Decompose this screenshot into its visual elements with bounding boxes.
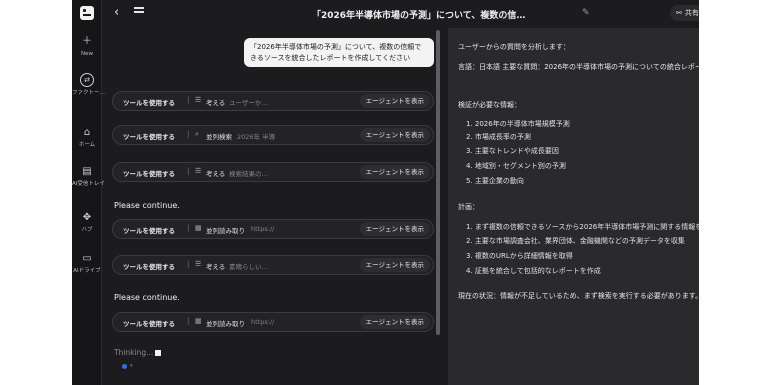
tool-use-label: ツールを使用する [123, 99, 175, 107]
list-icon: ☰ [195, 167, 202, 175]
model-dot-icon[interactable] [122, 364, 127, 369]
agent-detail-panel: ✕ ユーザーからの質問を分析します： 言語：日本語 主要な質問：2026年の半導… [448, 28, 699, 385]
divider: | [187, 167, 190, 175]
plan-item: 4. 証拠を統合して包括的なレポートを作成 [466, 267, 601, 275]
tool-action: 並列読み取り [206, 320, 245, 328]
sidebar-item-label: New [81, 51, 93, 57]
tool-detail: https:// [251, 318, 275, 326]
continue-message: Please continue. [114, 201, 180, 210]
verify-item: 2. 市場成長率の予測 [466, 133, 531, 141]
search-icon: ⌕ [195, 130, 199, 138]
tool-action: 考える [206, 263, 226, 271]
edit-pencil-icon[interactable]: ✎ [582, 8, 590, 18]
tool-detail: 2026年 半導 [237, 133, 276, 141]
tool-call-row[interactable]: ツールを使用する | ⌕ 並列検索 2026年 半導 エージェントを表示 [112, 125, 434, 145]
list-icon: ☰ [195, 96, 202, 104]
show-agent-button[interactable]: エージェントを表示 [359, 315, 430, 329]
share-label: 共有 [684, 9, 699, 17]
plan-item: 1. まず複数の信頼できるソースから2026年半導体市場予測に関する情報を検索 [466, 223, 699, 231]
tool-call-row[interactable]: ツールを使用する | ☰ 考える 検索結果の… エージェントを表示 [112, 162, 434, 182]
show-agent-button[interactable]: エージェントを表示 [359, 222, 430, 236]
tool-call-row[interactable]: ツールを使用する | ▦ 並列読み取り https:// エージェントを表示 [112, 219, 434, 239]
divider: | [187, 96, 190, 104]
tool-action: 考える [206, 170, 226, 178]
user-message: 「2026年半導体市場の予測」について、複数の信頼できるソースを統合したレポート… [244, 38, 434, 67]
tool-detail: 素晴らしい… [229, 263, 268, 271]
show-agent-button[interactable]: エージェントを表示 [359, 94, 430, 108]
sidebar-item-ai-drive[interactable]: ▭ AIドライブ [72, 253, 102, 275]
read-icon: ▦ [195, 317, 202, 325]
divider: | [187, 317, 190, 325]
agent-circle-icon: ⇄ [80, 73, 94, 87]
tool-action: 考える [206, 99, 226, 107]
chat-scrollbar[interactable] [436, 30, 440, 335]
inbox-icon: ▤ [82, 166, 92, 177]
folder-icon: ▭ [82, 253, 92, 264]
tool-action: 並列読み取り [206, 227, 245, 235]
verify-heading: 検証が必要な情報： [458, 101, 521, 109]
tool-call-row[interactable]: ツールを使用する | ▦ 並列読み取り https:// エージェントを表示 [112, 312, 434, 332]
tool-use-label: ツールを使用する [123, 133, 175, 141]
tool-action: 並列検索 [206, 133, 232, 141]
tool-detail: 検索結果の… [229, 170, 268, 178]
verify-item: 5. 主要企業の動向 [466, 177, 524, 185]
plan-item: 3. 複数のURLから詳細情報を取得 [466, 252, 573, 260]
plan-item: 2. 主要な市場調査会社、業界団体、金融機関などの予測データを収集 [466, 237, 685, 245]
tool-use-label: ツールを使用する [123, 170, 175, 178]
divider: | [187, 260, 190, 268]
sidebar-item-factory[interactable]: ⇄ ファクトー… [72, 73, 106, 97]
tool-call-row[interactable]: ツールを使用する | ☰ 考える ユーザーか… エージェントを表示 [112, 91, 434, 111]
show-agent-button[interactable]: エージェントを表示 [359, 258, 430, 272]
show-agent-button[interactable]: エージェントを表示 [359, 128, 430, 142]
sidebar-item-new[interactable]: ＋ New [72, 36, 102, 58]
verify-item: 1. 2026年の半導体市場規模予測 [466, 120, 570, 128]
list-icon: ☰ [195, 260, 202, 268]
hub-icon: ✥ [82, 212, 92, 223]
app-logo-icon[interactable] [80, 6, 94, 20]
left-sidebar: ＋ New ⇄ ファクトー… ⌂ ホーム ▤ AI受信トレイ ✥ ハブ ▭ AI… [72, 0, 106, 385]
sidebar-item-label: ホーム [78, 142, 96, 148]
sidebar-item-label: AIドライブ [73, 268, 101, 274]
chevron-down-icon[interactable]: ▾ [130, 363, 133, 369]
divider: | [187, 224, 190, 232]
read-icon: ▦ [195, 224, 202, 232]
home-icon: ⌂ [83, 127, 91, 138]
menu-icon[interactable] [134, 7, 144, 15]
sidebar-item-hub[interactable]: ✥ ハブ [72, 212, 102, 234]
panel-heading: ユーザーからの質問を分析します： [458, 43, 570, 51]
continue-message: Please continue. [114, 293, 180, 302]
tool-call-row[interactable]: ツールを使用する | ☰ 考える 素晴らしい… エージェントを表示 [112, 255, 434, 275]
sidebar-item-label: ファクトー… [72, 90, 106, 96]
back-chevron-icon[interactable]: ‹ [114, 6, 119, 20]
app-window: ＋ New ⇄ ファクトー… ⌂ ホーム ▤ AI受信トレイ ✥ ハブ ▭ AI… [72, 0, 699, 385]
sidebar-item-label: ハブ [81, 227, 93, 233]
stop-square-icon[interactable] [155, 350, 162, 356]
sidebar-item-ai-inbox[interactable]: ▤ AI受信トレイ [72, 166, 105, 188]
tool-detail: https:// [251, 225, 275, 233]
page-title: 「2026年半導体市場の予測」について、複数の信… [312, 11, 526, 21]
divider: | [187, 130, 190, 138]
verify-item: 4. 地域別・セグメント別の予測 [466, 162, 566, 170]
tool-use-label: ツールを使用する [123, 227, 175, 235]
sidebar-item-home[interactable]: ⌂ ホーム [72, 127, 102, 149]
language-line: 言語：日本語 主要な質問：2026年の半導体市場の予測についての統合レポート作成 [458, 63, 699, 71]
link-icon: ⚯ [676, 9, 682, 17]
thinking-indicator: Thinking... [114, 348, 162, 357]
top-bar: ‹ 「2026年半導体市場の予測」について、複数の信… ✎ ⚯共有 + [102, 0, 699, 28]
status-line: 現在の状況：情報が不足しているため、まず検索を実行する必要があります。 [458, 292, 699, 300]
plan-heading: 計画： [458, 203, 479, 211]
plus-icon: ＋ [82, 36, 92, 47]
tool-detail: ユーザーか… [229, 99, 268, 107]
chat-column: 「2026年半導体市場の予測」について、複数の信頼できるソースを統合したレポート… [102, 28, 442, 385]
tool-use-label: ツールを使用する [123, 320, 175, 328]
verify-item: 3. 主要なトレンドや成長要因 [466, 147, 559, 155]
sidebar-item-label: AI受信トレイ [72, 181, 105, 187]
thinking-text: Thinking... [114, 348, 154, 357]
share-button[interactable]: ⚯ 共有 [670, 5, 699, 21]
tool-use-label: ツールを使用する [123, 263, 175, 271]
show-agent-button[interactable]: エージェントを表示 [359, 165, 430, 179]
